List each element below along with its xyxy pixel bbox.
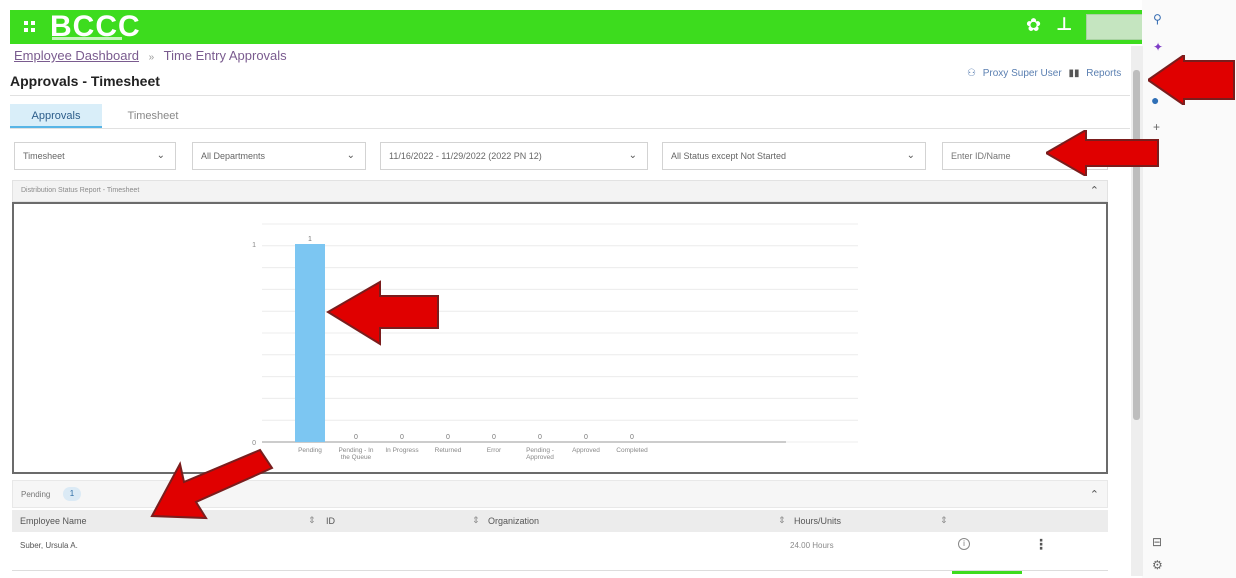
tab-approvals[interactable]: Approvals (10, 104, 102, 128)
sparkle-icon[interactable]: ✦ (1153, 40, 1163, 54)
bar-value-label: 1 (308, 236, 312, 243)
search-icon[interactable]: ⚲ (1153, 12, 1162, 26)
bar-value-label: 0 (492, 434, 496, 441)
category-label: Pending - In the Queue (338, 447, 373, 461)
status-select[interactable]: All Status except Not Started ⌄ (662, 142, 926, 170)
sort-icon[interactable]: ⇕ (472, 515, 480, 526)
category-label: Completed (616, 447, 648, 454)
reports-link[interactable]: Reports (1086, 68, 1121, 79)
bar-value-label: 0 (538, 434, 542, 441)
report-panel-header[interactable]: Distribution Status Report - Timesheet ⌃ (12, 180, 1108, 202)
tab-timesheet[interactable]: Timesheet (118, 104, 188, 128)
distribution-chart: 0 1 1 Pending 0 Pending - In the Queue 0 In Prog… (12, 202, 1108, 474)
sort-icon[interactable]: ⇕ (940, 515, 948, 526)
type-select[interactable]: Timesheet ⌄ (14, 142, 176, 170)
chevron-down-icon: ⌄ (346, 150, 355, 161)
table-bottom-divider (12, 570, 1108, 571)
chevron-down-icon: ⌄ (628, 150, 637, 161)
reports-icon: ▮▮ (1068, 68, 1080, 79)
annotation-arrow-right-reports (1148, 55, 1235, 105)
page-title: Approvals - Timesheet (10, 73, 160, 89)
pending-count-badge: 1 (63, 487, 81, 501)
bar (295, 244, 325, 442)
breadcrumb-current: Time Entry Approvals (163, 48, 287, 63)
chevron-up-icon[interactable]: ⌃ (1090, 184, 1099, 197)
title-divider (10, 95, 1130, 96)
more-options-icon[interactable]: ⋮ (1034, 536, 1048, 553)
pay-period-select-value: 11/16/2022 - 11/29/2022 (2022 PN 12) (389, 151, 542, 161)
y-tick-label: 0 (252, 440, 256, 447)
category-label: In Progress (385, 447, 419, 454)
bar-value-label: 0 (584, 434, 588, 441)
grid-icon[interactable] (24, 21, 36, 33)
breadcrumb: Employee Dashboard » Time Entry Approval… (14, 48, 287, 63)
annotation-arrow-pending (150, 448, 274, 520)
settings-icon[interactable]: ⚙ (1152, 558, 1163, 572)
pay-period-select[interactable]: 11/16/2022 - 11/29/2022 (2022 PN 12) ⌄ (380, 142, 648, 170)
chevron-up-icon[interactable]: ⌃ (1090, 488, 1099, 501)
panel-icon[interactable]: ⊟ (1152, 535, 1162, 549)
bar-value-label: 0 (354, 434, 358, 441)
cell-employee-name[interactable]: Suber, Ursula A. (20, 541, 78, 550)
annotation-arrow-bar (326, 280, 439, 346)
tabs-divider (10, 128, 1130, 129)
top-links: ⚇ Proxy Super User ▮▮ Reports (967, 68, 1125, 79)
column-organization[interactable]: Organization (488, 516, 539, 526)
proxy-super-user-link[interactable]: Proxy Super User (983, 68, 1062, 79)
proxy-icon: ⚇ (967, 68, 976, 79)
info-icon[interactable]: i (958, 538, 970, 550)
breadcrumb-employee-dashboard[interactable]: Employee Dashboard (14, 48, 139, 63)
gear-icon[interactable]: ✿ (1026, 15, 1041, 36)
action-button-edge[interactable] (952, 571, 1022, 574)
sort-icon[interactable]: ⇕ (308, 515, 316, 526)
bar-value-label: 0 (446, 434, 450, 441)
bar-value-label: 0 (630, 434, 634, 441)
user-icon[interactable]: ⊥ (1056, 14, 1072, 35)
bar-value-label: 0 (400, 434, 404, 441)
pending-label: Pending (21, 490, 51, 499)
category-label: Approved (572, 447, 600, 454)
category-label: Returned (435, 447, 462, 454)
logo-tagline (52, 37, 122, 40)
report-panel-title: Distribution Status Report - Timesheet (21, 187, 140, 194)
departments-select[interactable]: All Departments ⌄ (192, 142, 366, 170)
column-hours-units[interactable]: Hours/Units (794, 516, 841, 526)
bar-chart: 0 1 1 Pending 0 Pending - In the Queue 0 In Prog… (252, 223, 858, 461)
sort-icon[interactable]: ⇕ (778, 515, 786, 526)
column-employee-name[interactable]: Employee Name (20, 516, 87, 526)
category-label: Error (487, 447, 502, 454)
category-label: Pending -Approved (526, 447, 554, 461)
page-scrollbar-thumb[interactable] (1133, 70, 1140, 420)
column-id[interactable]: ID (326, 516, 335, 526)
category-label: Pending (298, 447, 322, 454)
type-select-value: Timesheet (23, 151, 65, 161)
table-row[interactable]: Suber, Ursula A. 24.00 Hours i ⋮ (12, 533, 1108, 559)
cell-hours: 24.00 Hours (790, 541, 834, 550)
status-select-value: All Status except Not Started (671, 151, 787, 161)
chevron-down-icon: ⌄ (906, 150, 915, 161)
chevron-down-icon: ⌄ (156, 150, 165, 161)
breadcrumb-separator: » (148, 52, 155, 63)
annotation-arrow-search (1046, 130, 1159, 176)
y-tick-label: 1 (252, 242, 256, 249)
user-menu-box[interactable] (1086, 14, 1148, 40)
app-header: BCCC ✿ ⊥ (10, 10, 1148, 44)
departments-select-value: All Departments (201, 151, 266, 161)
